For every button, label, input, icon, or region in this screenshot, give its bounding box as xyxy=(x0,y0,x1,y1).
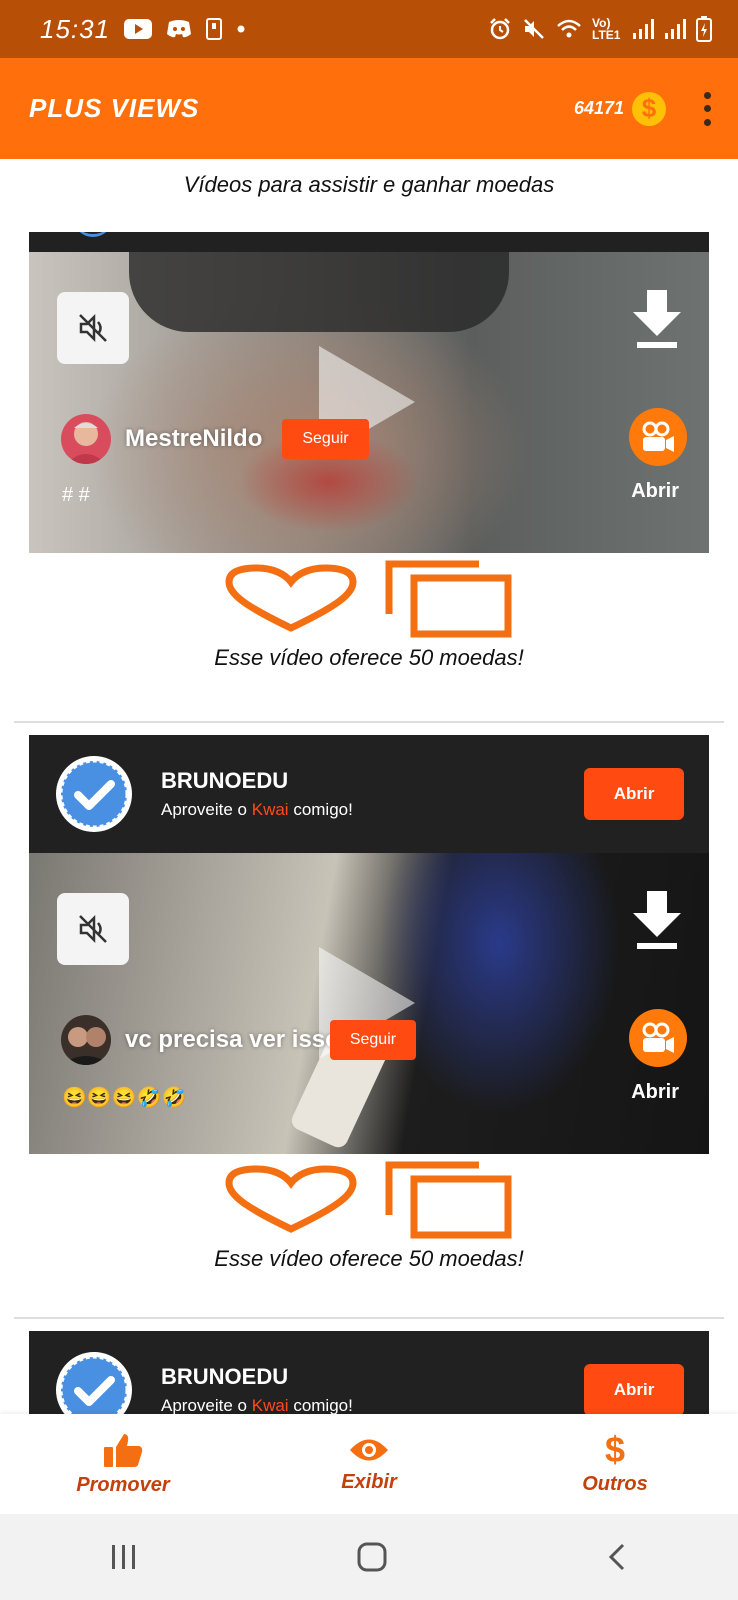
channel-name: BRUNOEDU xyxy=(161,1364,289,1389)
nav-exibir[interactable]: Exibir xyxy=(246,1414,492,1514)
camera-icon xyxy=(642,421,674,452)
app-title: PLUS VIEWS xyxy=(29,93,200,123)
open-kwai-label[interactable]: Abrir xyxy=(631,480,679,503)
discord-icon xyxy=(167,20,192,38)
nav-label: Exibir xyxy=(341,1470,397,1493)
offer-text: Esse vídeo oferece 50 moedas! xyxy=(214,1246,524,1271)
channel-description: Aproveite o Kwai comigo! xyxy=(161,800,353,820)
mute-icon xyxy=(524,19,544,39)
verified-icon xyxy=(56,756,132,832)
recent-apps-icon[interactable] xyxy=(109,1543,139,1571)
divider xyxy=(14,721,724,723)
video-card: MestreNildo Seguir # # Abrir Esse vídeo … xyxy=(29,232,709,671)
offer-text: Esse vídeo oferece 50 moedas! xyxy=(214,645,524,670)
divider xyxy=(14,1317,724,1319)
kwai-highlight: Kwai xyxy=(251,1396,289,1414)
header-text: BRUNOEDU Aproveite o Kwai comigo! xyxy=(161,1364,353,1414)
nav-label: Promover xyxy=(76,1473,170,1496)
mute-button[interactable] xyxy=(57,893,129,965)
open-kwai-label[interactable]: Abrir xyxy=(631,1081,679,1104)
video-player[interactable]: vc precisa ver isso Seguir 😆😆😆🤣🤣 Abrir xyxy=(29,853,709,1154)
volume-off-icon xyxy=(79,914,107,944)
card-header: BRUNOEDU Aproveite o Kwai comigo! Abrir xyxy=(29,735,709,853)
video-caption: # # xyxy=(62,484,90,506)
author-name[interactable]: MestreNildo xyxy=(125,425,262,453)
download-icon[interactable] xyxy=(631,891,683,951)
status-bar: 15:31 Vo) LTE1 xyxy=(0,0,738,58)
desc-suffix: comigo! xyxy=(288,800,353,819)
nav-outros[interactable]: $ Outros xyxy=(492,1414,738,1514)
more-options-icon[interactable] xyxy=(702,91,712,126)
video-player[interactable]: MestreNildo Seguir # # Abrir xyxy=(29,252,709,553)
sunglasses-shape xyxy=(129,252,509,332)
signal-icon xyxy=(633,19,654,39)
desc-suffix: comigo! xyxy=(288,1396,353,1414)
header-text: BRUNOEDU Aproveite o Kwai comigo! xyxy=(161,768,353,820)
video-card: BRUNOEDU Aproveite o Kwai comigo! Abrir … xyxy=(29,735,709,1272)
avatar[interactable] xyxy=(61,1015,111,1065)
dollar-icon: $ xyxy=(604,1428,626,1470)
coin-count: 64171 xyxy=(573,98,624,118)
card-header-strip xyxy=(29,232,709,252)
open-button[interactable]: Abrir xyxy=(584,768,684,820)
nav-promover[interactable]: Promover xyxy=(0,1414,246,1514)
network-label: Vo) LTE1 xyxy=(592,16,621,42)
desc-prefix: Aproveite o xyxy=(161,800,252,819)
app-bar: PLUS VIEWS 64171 $ xyxy=(0,58,738,159)
wifi-icon xyxy=(557,19,581,38)
avatar[interactable] xyxy=(61,414,111,464)
follow-button[interactable]: Seguir xyxy=(282,419,369,459)
verified-avatar-edge xyxy=(73,232,113,237)
open-button[interactable]: Abrir xyxy=(584,1364,684,1414)
author-name[interactable]: vc precisa ver isso xyxy=(125,1026,340,1054)
author-row: vc precisa ver isso Seguir xyxy=(61,1015,417,1065)
card-actions xyxy=(29,553,709,645)
coin-symbol: $ xyxy=(641,93,657,123)
page-subtitle: Vídeos para assistir e ganhar moedas xyxy=(183,172,555,197)
volume-off-icon xyxy=(79,313,107,343)
download-icon[interactable] xyxy=(631,290,683,350)
kwai-app-icon[interactable] xyxy=(629,408,687,466)
home-icon[interactable] xyxy=(356,1541,388,1573)
copy-icon[interactable] xyxy=(385,1159,513,1241)
video-card: BRUNOEDU Aproveite o Kwai comigo! Abrir xyxy=(29,1331,709,1414)
heart-icon[interactable] xyxy=(225,564,357,634)
coin-icon: $ xyxy=(632,91,666,126)
camera-icon xyxy=(642,1022,674,1053)
desc-prefix: Aproveite o xyxy=(161,1396,252,1414)
status-time: 15:31 xyxy=(40,13,111,44)
kwai-highlight: Kwai xyxy=(251,800,289,819)
battery-icon xyxy=(696,16,712,42)
alarm-icon xyxy=(490,18,510,40)
system-nav-bar xyxy=(0,1514,738,1600)
signal-icon xyxy=(665,19,686,39)
bottom-nav: Promover Exibir $ Outros xyxy=(0,1414,738,1514)
copy-icon[interactable] xyxy=(385,558,513,640)
nav-label: Outros xyxy=(582,1472,648,1495)
card-header: BRUNOEDU Aproveite o Kwai comigo! Abrir xyxy=(29,1331,709,1414)
avatar-image xyxy=(61,414,111,464)
kwai-app-icon[interactable] xyxy=(629,1009,687,1067)
phone-storage-icon xyxy=(206,18,223,40)
heart-icon[interactable] xyxy=(225,1165,357,1235)
eye-icon xyxy=(350,1439,388,1460)
channel-name: BRUNOEDU xyxy=(161,768,289,793)
thumbs-up-icon xyxy=(104,1433,143,1467)
channel-description: Aproveite o Kwai comigo! xyxy=(161,1396,353,1414)
back-icon[interactable] xyxy=(605,1542,629,1572)
video-caption: 😆😆😆🤣🤣 xyxy=(62,1087,187,1109)
verified-icon xyxy=(56,1352,132,1414)
avatar-image xyxy=(61,1015,111,1065)
mute-button[interactable] xyxy=(57,292,129,364)
video-feed[interactable]: MestreNildo Seguir # # Abrir Esse vídeo … xyxy=(0,232,738,1414)
dot-icon xyxy=(237,25,245,33)
youtube-icon xyxy=(124,19,153,39)
card-actions xyxy=(29,1154,709,1246)
author-row: MestreNildo Seguir xyxy=(61,414,369,464)
follow-button[interactable]: Seguir xyxy=(329,1020,417,1060)
